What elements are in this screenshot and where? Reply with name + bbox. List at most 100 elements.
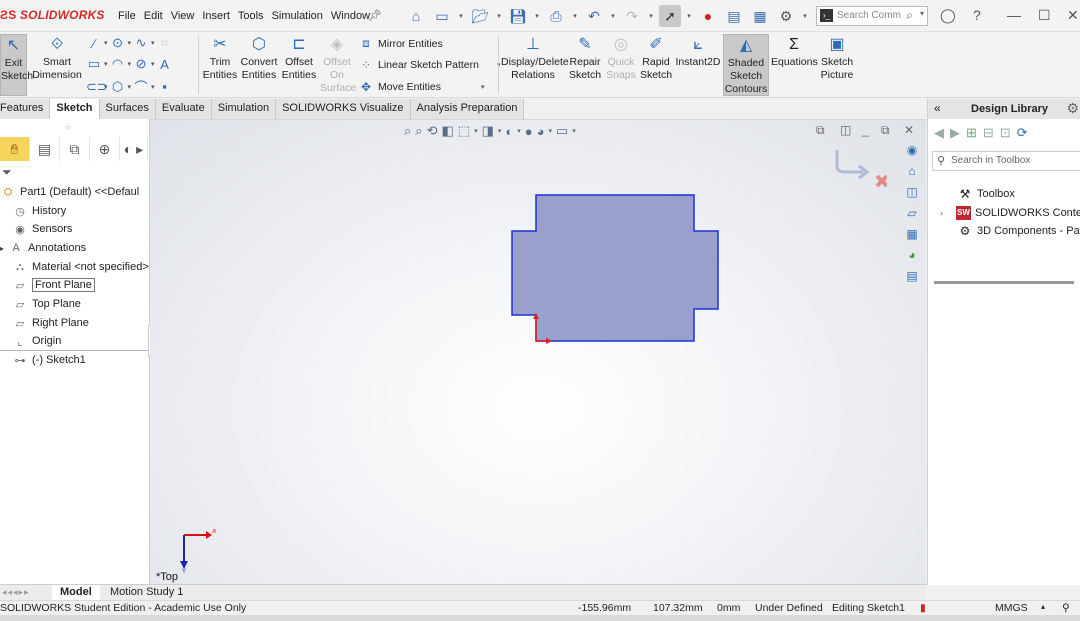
quick-tips-icon[interactable]: ⚲ (1062, 602, 1070, 614)
rebuild-icon[interactable]: ● (697, 5, 719, 27)
tab-sketch[interactable]: Sketch (50, 99, 100, 119)
chevron-down-icon[interactable]: ▾ (457, 12, 465, 20)
home-icon[interactable]: ⌂ (405, 5, 427, 27)
sketch-profile[interactable] (506, 189, 726, 349)
trim-small-icon[interactable]: ⌗ (157, 35, 173, 51)
file-explorer-icon[interactable]: ◫ (902, 185, 922, 203)
menu-simulation[interactable]: Simulation (272, 10, 323, 22)
chevron-down-icon[interactable]: ▾ (920, 9, 924, 18)
configuration-manager-icon[interactable]: ⧉ (60, 137, 90, 161)
tree-item-front-plane[interactable]: ▱ Front Plane (12, 276, 95, 294)
solidworks-resources-icon[interactable]: ◉ (902, 143, 922, 161)
design-library-icon[interactable]: ⌂ (902, 164, 922, 182)
move-entities-button[interactable]: ✥ Move Entities ▾ (358, 80, 485, 94)
tree-item-top-plane[interactable]: ▱ Top Plane (12, 295, 81, 313)
close-icon[interactable]: ✕ (1067, 7, 1079, 24)
forward-icon[interactable]: ▶ (950, 125, 960, 141)
menu-view[interactable]: View (171, 10, 195, 22)
tab-analysis-preparation[interactable]: Analysis Preparation (410, 99, 525, 119)
display-delete-relations-button[interactable]: ⊥ Display/Delete Relations (501, 34, 569, 82)
help-icon[interactable]: ? (973, 7, 981, 23)
sketch-picture-button[interactable]: ▣ Sketch Picture (818, 34, 856, 82)
view-settings-icon[interactable]: ▭ (556, 123, 568, 139)
tree-item-part[interactable]: ⛭ Part1 (Default) <<Defaul (0, 183, 140, 201)
select-icon[interactable]: ➚ (659, 5, 681, 27)
polygon-icon[interactable]: ⬡ (110, 79, 126, 95)
tab-model[interactable]: Model (52, 585, 100, 601)
exit-sketch-corner-icon[interactable] (835, 150, 863, 174)
sketch-contour[interactable] (511, 194, 719, 342)
split-view-icon[interactable]: ◫ (840, 123, 851, 137)
display-manager-icon[interactable]: ◐ ▸ (120, 137, 148, 161)
filter-icon[interactable]: ⏷ (2, 165, 12, 180)
library-item-3d-components[interactable]: ⚙ 3D Components - Part (940, 222, 1080, 240)
menu-file[interactable]: File (118, 10, 136, 22)
menu-edit[interactable]: Edit (144, 10, 163, 22)
custom-properties-icon[interactable]: ▤ (902, 269, 922, 287)
confirmation-corner[interactable] (835, 146, 887, 190)
new-document-icon[interactable]: ▭ (431, 5, 453, 27)
options-list-icon[interactable]: ▦ (749, 5, 771, 27)
tab-evaluate[interactable]: Evaluate (155, 99, 212, 119)
section-view-icon[interactable]: ◧ (441, 123, 453, 139)
rebuild-status-icon[interactable]: ▮ (920, 602, 926, 614)
ellipse-icon[interactable]: ⊘ (133, 56, 149, 72)
equations-button[interactable]: Σ Equations (771, 34, 818, 69)
chevron-down-icon[interactable]: ▾ (685, 12, 693, 20)
undo-icon[interactable]: ↶ (583, 5, 605, 27)
exit-sketch-button[interactable]: ↖ Exit Sketch (0, 34, 33, 96)
chevron-down-icon[interactable]: ▾ (609, 12, 617, 20)
restore-view-icon[interactable]: ⧉ (816, 123, 825, 138)
chevron-down-icon[interactable]: ▾ (647, 12, 655, 20)
file-properties-icon[interactable]: ▤ (723, 5, 745, 27)
expand-arrow-icon[interactable]: ▸ (0, 244, 8, 253)
edit-appearance-icon[interactable]: ● (525, 124, 533, 139)
previous-view-icon[interactable]: ⟲ (427, 123, 438, 139)
library-scroll-bar[interactable] (934, 281, 1074, 284)
dimxpert-icon[interactable]: ⊕ (90, 137, 120, 161)
redo-icon[interactable]: ↷ (621, 5, 643, 27)
cancel-x-icon[interactable] (875, 174, 887, 188)
tree-item-annotations[interactable]: ▸ A Annotations (0, 239, 86, 257)
tree-item-origin[interactable]: ⌞ Origin (12, 332, 61, 350)
view-palette-icon[interactable]: ▦ (902, 227, 922, 245)
tree-item-right-plane[interactable]: ▱ Right Plane (12, 314, 89, 332)
collapse-handle-icon[interactable]: ○ (66, 123, 71, 132)
solidworks-logo[interactable]: ƧS SOLIDWORKS (0, 8, 105, 22)
quick-snaps-button[interactable]: ◎ Quick Snaps (605, 34, 637, 82)
add-file-location-icon[interactable]: ⊟ (983, 125, 994, 141)
units-selector[interactable]: MMGS (995, 602, 1028, 614)
search-commands-input[interactable]: ›_ Search Comm ⌕ ▾ (816, 6, 928, 26)
mirror-entities-button[interactable]: ⧈ Mirror Entities (358, 36, 443, 51)
apply-scene-icon[interactable]: ◕ (537, 124, 545, 139)
search-icon[interactable]: ⌕ (906, 8, 913, 23)
display-style-icon[interactable]: ◨ (482, 123, 494, 139)
convert-entities-button[interactable]: ⬡ Convert Entities (240, 34, 278, 82)
library-item-solidworks-content[interactable]: › SW SOLIDWORKS Content (940, 204, 1080, 222)
tree-item-sketch1[interactable]: ⊶ (-) Sketch1 (12, 351, 86, 369)
viewport-minimize-icon[interactable]: _ (862, 123, 869, 137)
viewport-close-icon[interactable]: ✕ (904, 123, 914, 137)
chevron-right-icon[interactable]: › (940, 208, 956, 218)
tab-simulation[interactable]: Simulation (211, 99, 277, 119)
tab-solidworks-visualize[interactable]: SOLIDWORKS Visualize (276, 99, 411, 119)
line-icon[interactable]: ∕ (86, 36, 102, 51)
pin-icon[interactable]: 📌︎ (368, 9, 382, 22)
toolbox-search-input[interactable]: ⚲ Search in Toolbox (932, 151, 1080, 171)
hide-show-items-icon[interactable]: ◐ (505, 124, 513, 139)
maximize-icon[interactable]: ☐ (1038, 7, 1051, 24)
instant2d-button[interactable]: ⟀ Instant2D (675, 34, 721, 69)
linear-sketch-pattern-button[interactable]: ⁘Linear Sketch Pattern▾ (358, 58, 501, 72)
repair-sketch-button[interactable]: ✎ Repair Sketch (568, 34, 602, 82)
menu-window[interactable]: Window (331, 10, 370, 22)
tree-item-history[interactable]: ◷ History (12, 202, 66, 220)
rapid-sketch-button[interactable]: ✐ Rapid Sketch (639, 34, 673, 82)
zoom-to-fit-icon[interactable]: ⌕ (404, 123, 411, 139)
viewport-restore-icon[interactable]: ⧉ (881, 123, 890, 138)
rectangle-icon[interactable]: ▭ (86, 56, 102, 72)
units-dropdown-icon[interactable]: ▴ (1041, 602, 1045, 611)
open-icon[interactable]: 📂︎ (469, 5, 491, 27)
fillet-icon[interactable]: ⌒ (133, 77, 149, 96)
chevron-down-icon[interactable]: ▾ (495, 12, 503, 20)
tree-item-sensors[interactable]: ◉ Sensors (12, 220, 72, 238)
